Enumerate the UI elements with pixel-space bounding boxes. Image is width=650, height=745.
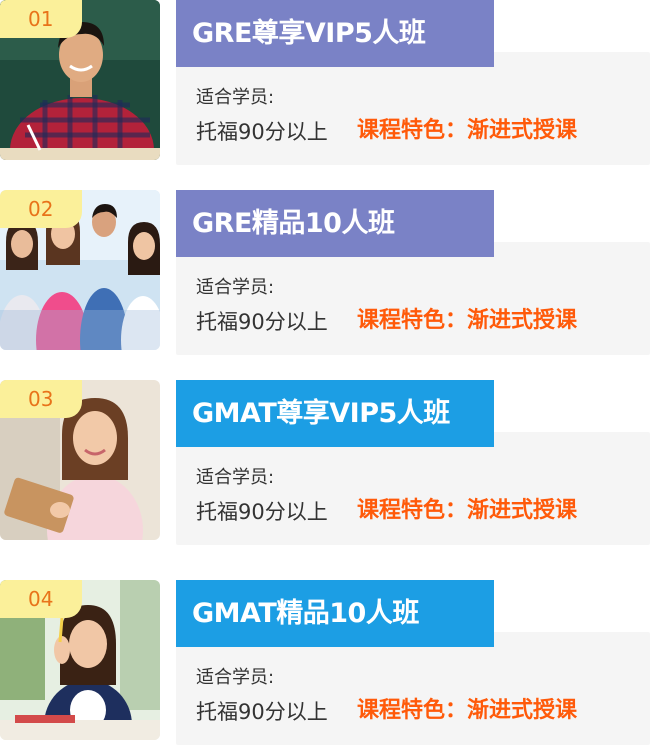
suitable-students-label: 适合学员: [196,277,275,298]
course-card-2[interactable]: 02 GRE精品10人班 适合学员: 托福90分以上 课程特色：渐进式授课 [0,190,650,355]
course-title[interactable]: GRE尊享VIP5人班 [176,0,494,67]
course-card-3[interactable]: 03 GMAT尊享VIP5人班 适合学员: 托福90分以上 课程特色：渐进式授课 [0,380,650,545]
student-requirement: 托福90分以上 [196,310,328,334]
course-number-badge: 03 [0,380,82,418]
course-card-4[interactable]: 04 GMAT精品10人班 适合学员: 托福90分以上 课程特色：渐进式授课 [0,580,650,745]
course-feature: 课程特色：渐进式授课 [357,308,578,333]
course-number-badge: 02 [0,190,82,228]
student-requirement: 托福90分以上 [196,120,328,144]
course-title[interactable]: GRE精品10人班 [176,190,494,257]
course-feature: 课程特色：渐进式授课 [357,698,578,723]
course-feature: 课程特色：渐进式授课 [357,118,578,143]
course-feature: 课程特色：渐进式授课 [357,498,578,523]
student-requirement: 托福90分以上 [196,700,328,724]
suitable-students-label: 适合学员: [196,667,275,688]
course-number-badge: 04 [0,580,82,618]
course-title[interactable]: GMAT尊享VIP5人班 [176,380,494,447]
student-smiling-boy-photo: 01 [0,0,160,160]
suitable-students-label: 适合学员: [196,467,275,488]
student-group-photo: 02 [0,190,160,350]
course-card-1[interactable]: 01 GRE尊享VIP5人班 适合学员: 托福90分以上 课程特色：渐进式授课 [0,0,650,165]
student-requirement: 托福90分以上 [196,500,328,524]
student-girl-tablet-photo: 03 [0,380,160,540]
suitable-students-label: 适合学员: [196,87,275,108]
student-girl-studying-photo: 04 [0,580,160,740]
course-number-badge: 01 [0,0,82,38]
course-title[interactable]: GMAT精品10人班 [176,580,494,647]
